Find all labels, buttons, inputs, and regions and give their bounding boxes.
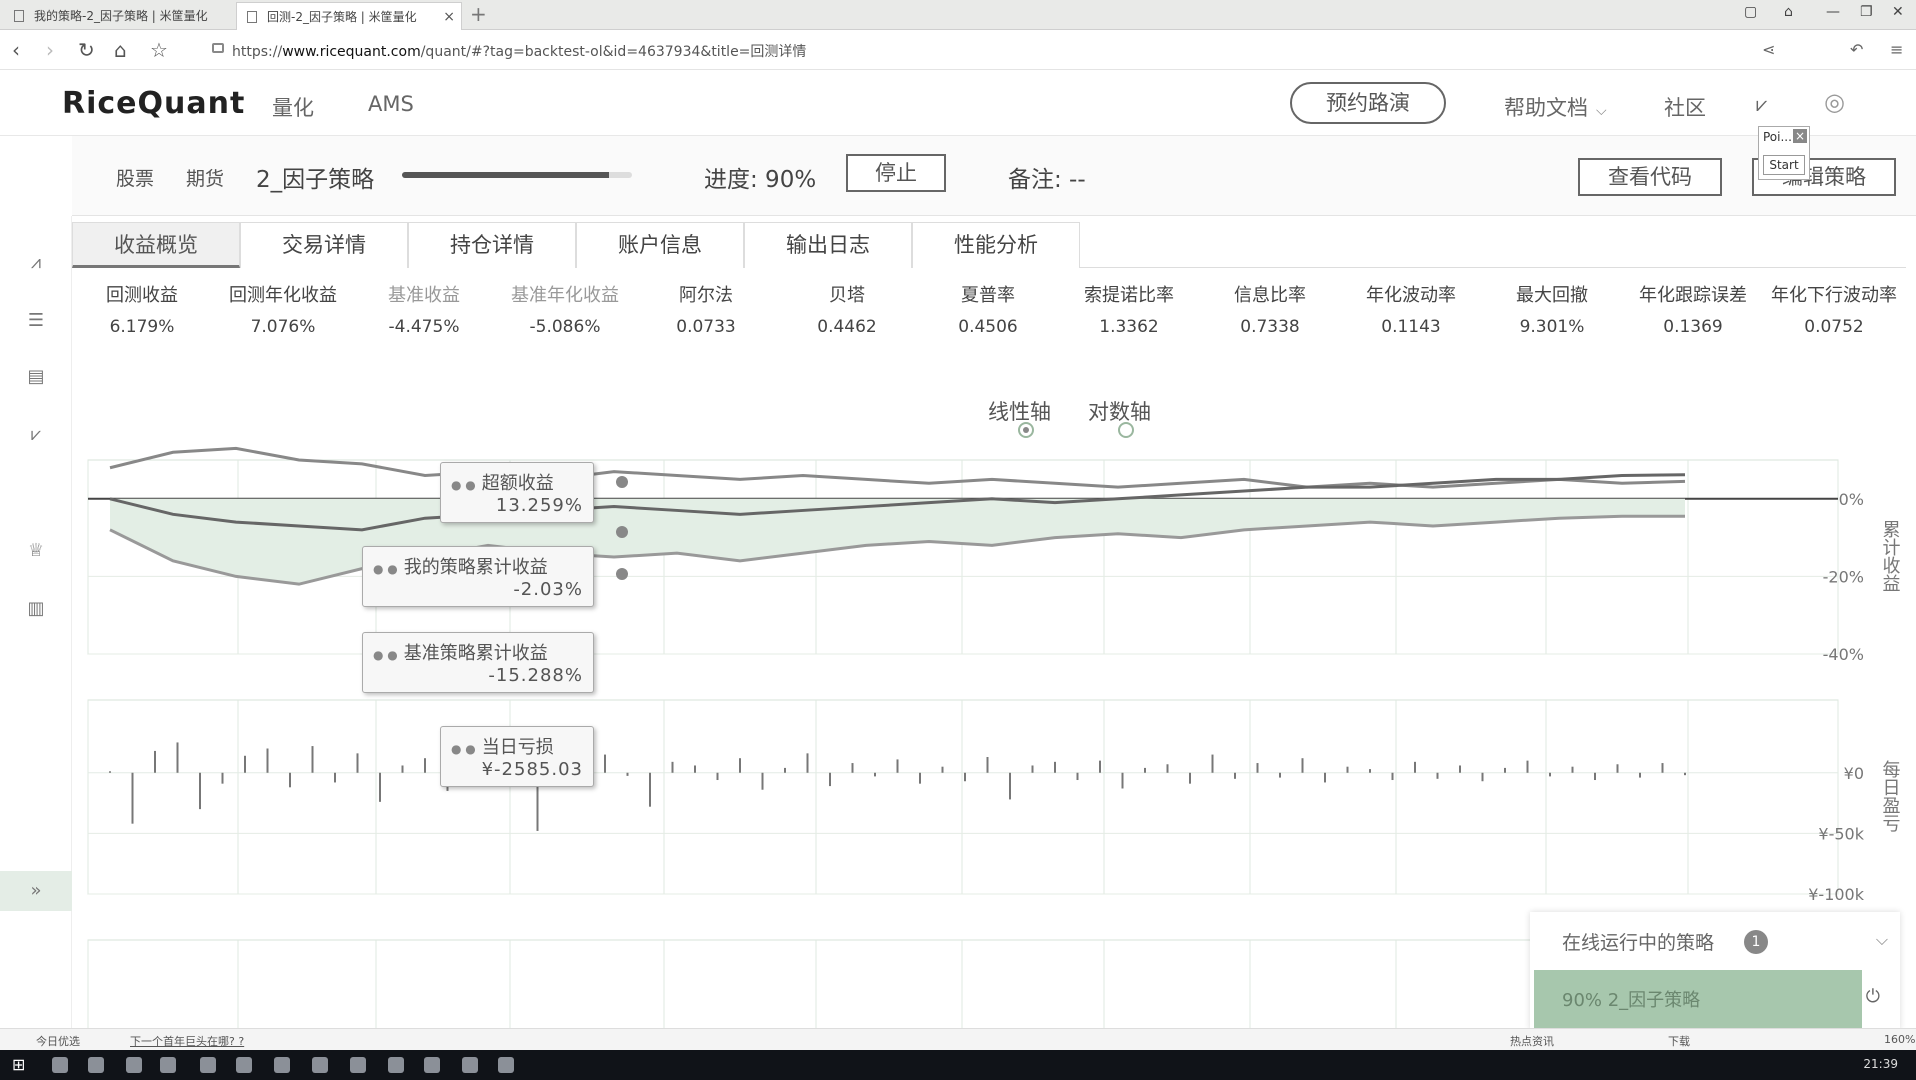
taskbar-app-icon[interactable] [160, 1057, 176, 1073]
power-icon[interactable]: ⏻ [1866, 986, 1880, 1007]
taskbar-app-icon[interactable] [274, 1057, 290, 1073]
status-link[interactable]: 下一个首年巨头在哪? ? [130, 1033, 244, 1049]
tooltip-name: 超额收益 [451, 469, 583, 495]
status-news[interactable]: 热点资讯 [1510, 1033, 1554, 1049]
status-left[interactable]: 今日优选 [36, 1033, 80, 1049]
running-strategy-item[interactable]: 90% 2_因子策略 [1534, 970, 1862, 1028]
tooltip-benchmark: 基准策略累计收益 -15.288% [362, 632, 594, 693]
taskbar-app-icon[interactable] [312, 1057, 328, 1073]
running-strategies-panel: 在线运行中的策略 1 ⌵ 90% 2_因子策略 ⏻ [1530, 912, 1900, 1030]
tooltip-name: 当日亏损 [451, 733, 583, 759]
taskbar-app-icon[interactable] [126, 1057, 142, 1073]
y-tick-label: 0% [1839, 490, 1864, 509]
status-zoom[interactable]: 160% [1884, 1033, 1915, 1046]
clock: 21:39 [1863, 1057, 1898, 1071]
pnl-plot-area [87, 699, 1839, 895]
taskbar-app-icon[interactable] [88, 1057, 104, 1073]
y-tick-label: ¥-100k [1808, 885, 1864, 904]
tooltip-value: -2.03% [513, 579, 583, 600]
taskbar-app-icon[interactable] [424, 1057, 440, 1073]
backtest-charts[interactable]: 0% -20% -40% 累计收益 ¥0 ¥-50k ¥-100k 每日盈亏 [0, 0, 1916, 1028]
tooltip-excess: 超额收益 13.259% [440, 462, 594, 523]
running-title: 在线运行中的策略 [1562, 932, 1715, 954]
tooltip-daily: 当日亏损 ¥-2585.03 [440, 726, 594, 787]
tooltip-value: 13.259% [495, 495, 583, 516]
browser-status-bar: 今日优选 下一个首年巨头在哪? ? 热点资讯 下载 160% [0, 1028, 1916, 1050]
tooltip-name: 基准策略累计收益 [373, 639, 583, 665]
y-axis-label: 累计收益 [1880, 520, 1901, 592]
taskbar-app-icon[interactable] [52, 1057, 68, 1073]
tooltip-value: ¥-2585.03 [481, 759, 583, 780]
chevron-down-icon[interactable]: ⌵ [1876, 930, 1888, 950]
taskbar-app-icon[interactable] [350, 1057, 366, 1073]
windows-taskbar: ⊞ 21:39 [0, 1050, 1916, 1080]
running-strategy-label: 90% 2_因子策略 [1562, 990, 1701, 1011]
windows-start-icon[interactable]: ⊞ [12, 1055, 25, 1074]
y-tick-label: -20% [1823, 567, 1864, 586]
hover-point-0 [616, 476, 628, 488]
tooltip-value: -15.288% [488, 665, 583, 686]
taskbar-app-icon[interactable] [388, 1057, 404, 1073]
status-download[interactable]: 下载 [1668, 1033, 1690, 1049]
tooltip-strategy: 我的策略累计收益 -2.03% [362, 546, 594, 607]
y-tick-label: ¥-50k [1818, 824, 1864, 843]
taskbar-app-icon[interactable] [498, 1057, 514, 1073]
tooltip-name: 我的策略累计收益 [373, 553, 583, 579]
running-count-badge: 1 [1744, 930, 1768, 954]
y-tick-label: ¥0 [1844, 764, 1864, 783]
taskbar-app-icon[interactable] [462, 1057, 478, 1073]
hover-point-2 [616, 568, 628, 580]
hover-point-1 [616, 526, 628, 538]
y-tick-label: -40% [1823, 645, 1864, 664]
y-axis-label: 每日盈亏 [1880, 760, 1901, 833]
taskbar-app-icon[interactable] [236, 1057, 252, 1073]
taskbar-app-icon[interactable] [200, 1057, 216, 1073]
